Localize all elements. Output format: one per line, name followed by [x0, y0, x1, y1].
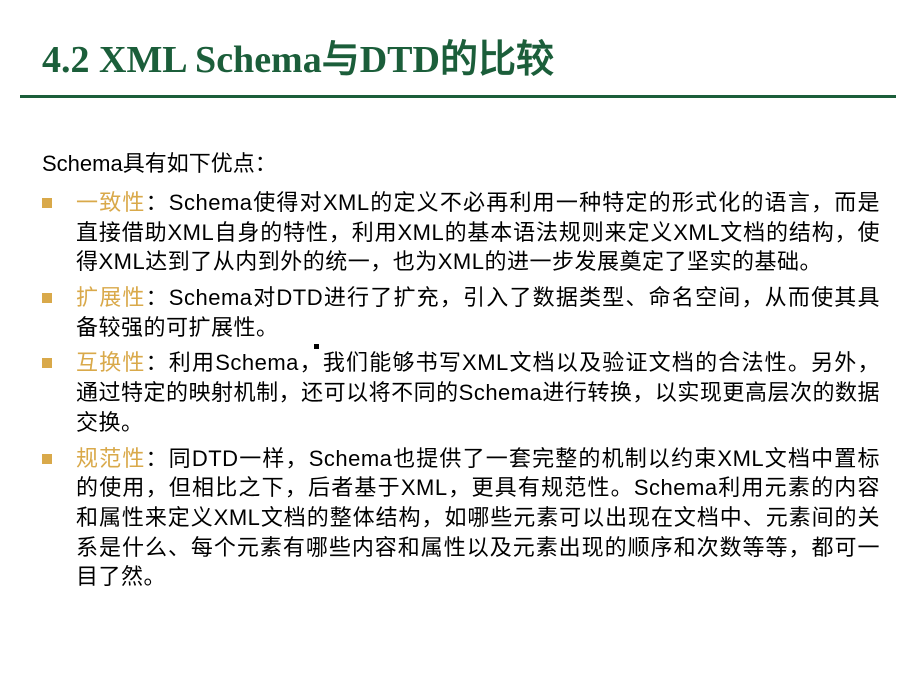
bullet-body: ：Schema使得对XML的定义不必再利用一种特定的形式化的语言，而是直接借助X… — [76, 190, 880, 274]
bullet-list: 一致性：Schema使得对XML的定义不必再利用一种特定的形式化的语言，而是直接… — [40, 188, 880, 592]
bullet-icon — [42, 293, 52, 303]
list-item: 互换性：利用Schema，我们能够书写XML文档以及验证文档的合法性。另外，通过… — [42, 348, 880, 437]
list-item: 扩展性：Schema对DTD进行了扩充，引入了数据类型、命名空间，从而使其具备较… — [42, 283, 880, 342]
bullet-label: 规范性 — [76, 446, 146, 471]
bullet-body: ：同DTD一样，Schema也提供了一套完整的机制以约束XML文档中置标的使用，… — [76, 446, 880, 590]
bullet-label: 互换性 — [76, 350, 146, 375]
intro-text: Schema具有如下优点： — [40, 146, 880, 178]
bullet-label: 一致性 — [76, 190, 146, 215]
slide-container: 4.2 XML Schema与DTD的比较 Schema具有如下优点： 一致性：… — [0, 0, 920, 690]
bullet-content: 一致性：Schema使得对XML的定义不必再利用一种特定的形式化的语言，而是直接… — [76, 188, 880, 277]
bullet-icon — [42, 358, 52, 368]
bullet-body: ：利用Schema，我们能够书写XML文档以及验证文档的合法性。另外，通过特定的… — [76, 350, 880, 434]
list-item: 规范性：同DTD一样，Schema也提供了一套完整的机制以约束XML文档中置标的… — [42, 444, 880, 592]
bullet-content: 互换性：利用Schema，我们能够书写XML文档以及验证文档的合法性。另外，通过… — [76, 348, 880, 437]
bullet-icon — [42, 454, 52, 464]
slide-title: 4.2 XML Schema与DTD的比较 — [40, 28, 880, 83]
list-item: 一致性：Schema使得对XML的定义不必再利用一种特定的形式化的语言，而是直接… — [42, 188, 880, 277]
bullet-label: 扩展性 — [76, 285, 146, 310]
bullet-body: ：Schema对DTD进行了扩充，引入了数据类型、命名空间，从而使其具备较强的可… — [76, 285, 880, 340]
bullet-content: 规范性：同DTD一样，Schema也提供了一套完整的机制以约束XML文档中置标的… — [76, 444, 880, 592]
bullet-content: 扩展性：Schema对DTD进行了扩充，引入了数据类型、命名空间，从而使其具备较… — [76, 283, 880, 342]
cursor-marker — [314, 344, 319, 349]
title-underline — [20, 95, 896, 98]
bullet-icon — [42, 198, 52, 208]
